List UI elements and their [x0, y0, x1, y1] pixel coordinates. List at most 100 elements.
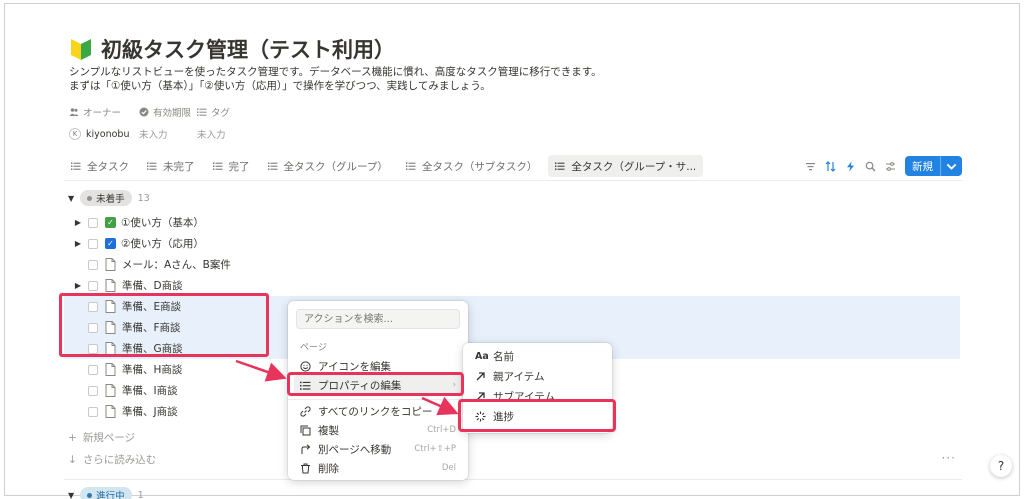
chevron-down-icon[interactable]: [940, 156, 962, 176]
submenu-item-name[interactable]: Aa 名前: [469, 346, 606, 366]
tag-value[interactable]: 未入力: [197, 127, 257, 141]
table-row[interactable]: ▶ ✓ ①使い方（基本）: [64, 212, 960, 233]
settings-sliders-icon[interactable]: [885, 161, 896, 172]
filter-icon[interactable]: [805, 161, 816, 172]
check-mark-icon: ✓: [105, 217, 116, 228]
property-due[interactable]: 有効期限: [139, 105, 197, 119]
new-page-label: 新規ページ: [82, 432, 136, 444]
row-label: ②使い方（応用）: [121, 238, 204, 250]
document-icon: [105, 279, 116, 292]
table-row[interactable]: メール：Aさん、B案件: [64, 254, 960, 275]
table-row[interactable]: ▶ ✓ ②使い方（応用）: [64, 233, 960, 254]
shortcut-label: Ctrl+D: [427, 425, 456, 435]
new-button[interactable]: 新規: [905, 156, 962, 176]
due-value[interactable]: 未入力: [139, 127, 197, 141]
status-label: 未着手: [96, 194, 125, 205]
row-label: 準備、H商談: [122, 364, 183, 376]
shortcut-label: Del: [441, 463, 456, 473]
row-checkbox[interactable]: [88, 259, 98, 270]
group-header-not-started[interactable]: ▼ 未着手 13: [68, 190, 150, 206]
row-checkbox[interactable]: [88, 364, 98, 375]
help-icon[interactable]: ?: [990, 455, 1012, 477]
list-icon: [147, 162, 157, 170]
menu-item-copy-links[interactable]: すべてのリンクをコピー: [294, 401, 462, 421]
avatar: K: [69, 128, 81, 140]
property-owner[interactable]: オーナー: [69, 105, 139, 119]
arrow-down-icon: ↓: [68, 453, 77, 466]
status-badge: 未着手: [80, 190, 132, 206]
menu-item-move[interactable]: 別ページへ移動 Ctrl+⇧+P: [294, 439, 462, 459]
triangle-down-icon[interactable]: ▼: [68, 491, 74, 499]
owner-name: kiyonobu: [86, 128, 130, 140]
triangle-right-icon[interactable]: ▶: [68, 218, 88, 227]
people-icon: [69, 108, 79, 116]
menu-item-label: 別ページへ移動: [318, 443, 392, 456]
beginner-mark-icon: [71, 39, 91, 60]
sort-icon[interactable]: [825, 160, 836, 172]
plus-icon: +: [68, 431, 77, 444]
view-tabs: 全タスク 未完了 完了 全タスク（グループ） 全タスク（サブタスク） 全タスク（…: [64, 155, 707, 177]
annotation-highlight-progress: [458, 399, 616, 432]
page-description-line2: まずは「①使い方（基本）」「②使い方（応用）」で操作を学びつつ、実践してみましょ…: [69, 80, 491, 92]
new-page-button[interactable]: + 新規ページ: [68, 430, 135, 445]
search-icon[interactable]: [865, 161, 876, 172]
triangle-down-icon[interactable]: ▼: [68, 194, 74, 203]
submenu-item-label: 名前: [493, 350, 514, 363]
row-checkbox[interactable]: [88, 280, 98, 291]
list-icon: [212, 162, 222, 170]
divider: [64, 479, 962, 480]
load-more-button[interactable]: ↓ さらに読み込む: [68, 452, 156, 467]
move-arrow-icon: [301, 443, 311, 454]
row-checkbox[interactable]: [88, 406, 98, 417]
row-checkbox[interactable]: [88, 385, 98, 396]
triangle-right-icon[interactable]: ▶: [68, 281, 88, 290]
tab-complete[interactable]: 完了: [206, 155, 257, 177]
check-mark-icon: ✓: [105, 238, 116, 249]
status-label: 進行中: [96, 491, 125, 499]
tab-all-tasks-group-sub[interactable]: 全タスク（グループ・サ...: [548, 155, 704, 177]
list-icon: [267, 162, 277, 170]
document-icon: [105, 405, 116, 418]
shortcut-label: Ctrl+⇧+P: [414, 444, 456, 454]
property-tag[interactable]: タグ: [197, 105, 257, 119]
tab-all-tasks-subtask[interactable]: 全タスク（サブタスク）: [399, 155, 545, 177]
more-options-icon[interactable]: ···: [942, 451, 956, 465]
arrow-up-right-icon: [476, 371, 485, 380]
annotation-highlight-edit-property: [287, 372, 464, 396]
page-title: 初級タスク管理（テスト利用）: [101, 38, 395, 62]
submenu-item-parent[interactable]: 親アイテム: [469, 366, 606, 386]
trash-icon: [301, 463, 310, 473]
tab-all-tasks[interactable]: 全タスク: [64, 155, 136, 177]
group-count: 13: [137, 192, 150, 204]
document-icon: [105, 363, 116, 376]
group-header-in-progress[interactable]: ▼ 進行中 1: [68, 487, 144, 499]
tab-incomplete[interactable]: 未完了: [140, 155, 202, 177]
triangle-right-icon[interactable]: ▶: [68, 239, 88, 248]
menu-section-label: ページ: [300, 343, 327, 353]
menu-item-label: 削除: [318, 462, 339, 475]
row-label: 準備、J商談: [122, 406, 178, 418]
lightning-icon[interactable]: [845, 161, 856, 172]
property-owner-label: オーナー: [83, 108, 122, 119]
title-row: 初級タスク管理（テスト利用）: [69, 34, 395, 64]
document-icon: [105, 384, 116, 397]
menu-item-delete[interactable]: 削除 Del: [294, 458, 462, 478]
submenu-item-label: 親アイテム: [493, 370, 545, 383]
list-icon: [405, 162, 416, 170]
menu-item-duplicate[interactable]: 複製 Ctrl+D: [294, 420, 462, 440]
row-checkbox[interactable]: [88, 238, 98, 249]
tab-label: 全タスク（グループ）: [283, 160, 388, 173]
duplicate-icon: [300, 425, 311, 435]
list-icon: [71, 162, 81, 170]
tab-label: 未完了: [163, 160, 195, 173]
owner-value[interactable]: K kiyonobu: [69, 127, 139, 141]
list-icon: [197, 108, 207, 116]
tab-label: 完了: [228, 160, 250, 173]
row-label: ①使い方（基本）: [121, 217, 204, 229]
row-checkbox[interactable]: [88, 217, 98, 228]
action-search-input[interactable]: [296, 309, 460, 329]
load-more-label: さらに読み込む: [82, 454, 157, 466]
tab-all-tasks-group[interactable]: 全タスク（グループ）: [261, 155, 395, 177]
tab-label: 全タスク（サブタスク）: [421, 160, 538, 173]
smiley-icon: [300, 360, 311, 372]
